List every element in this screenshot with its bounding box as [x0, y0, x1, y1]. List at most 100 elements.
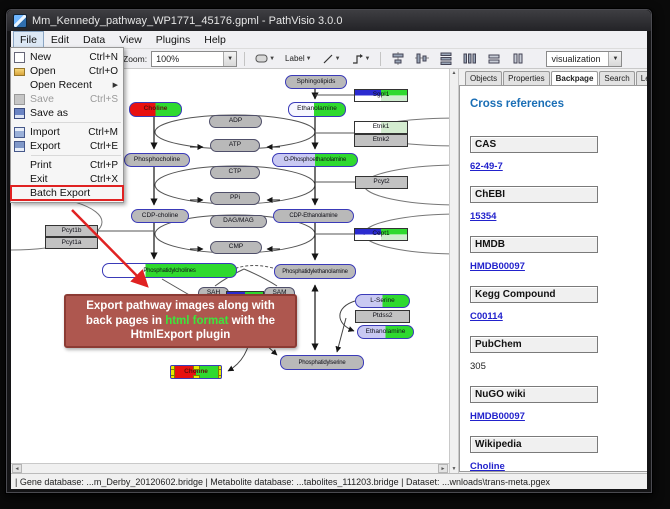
distribute-horizontal-button[interactable]: [460, 50, 480, 67]
crossref-link[interactable]: HMDB00097: [470, 411, 525, 422]
tab-search[interactable]: Search: [599, 71, 634, 85]
menu-data[interactable]: Data: [76, 31, 112, 48]
menu-plugins[interactable]: Plugins: [149, 31, 197, 48]
chevron-down-icon[interactable]: ▼: [269, 56, 275, 62]
visualization-combobox[interactable]: visualization ▼: [546, 51, 622, 67]
node-pcyt1b[interactable]: Pcyt1b: [45, 225, 98, 237]
node-ethanolamine[interactable]: Ethanolamine: [288, 102, 346, 117]
menu-edit[interactable]: Edit: [44, 31, 76, 48]
align-center-y-button[interactable]: [412, 50, 432, 67]
align-center-x-icon: [391, 52, 405, 65]
callout-text: Export pathway images along with back pa…: [72, 299, 289, 344]
node-dag-mag[interactable]: DAG/MAG: [210, 215, 267, 228]
node-sgpl1[interactable]: Sgpl1: [354, 89, 408, 102]
title-bar[interactable]: Mm_Kennedy_pathway_WP1771_45176.gpml - P…: [7, 10, 651, 31]
menu-file[interactable]: File: [13, 31, 44, 48]
node-etnk2[interactable]: Etnk2: [354, 134, 408, 147]
tab-properties[interactable]: Properties: [503, 71, 549, 85]
vertical-scrollbar[interactable]: ▲ ▼: [450, 69, 458, 473]
file-menu-item-new[interactable]: NewCtrl+N: [11, 50, 123, 64]
zoom-combobox[interactable]: 100% ▼: [151, 51, 237, 67]
menu-icon-spacer: [14, 188, 25, 199]
status-text: | Gene database: ...m_Derby_20120602.bri…: [15, 477, 550, 487]
crossref-section-nugo-wiki: NuGO wiki HMDB00097: [470, 386, 647, 422]
menu-view[interactable]: View: [112, 31, 149, 48]
node-l-serine[interactable]: L-Serine: [355, 294, 410, 308]
connector-icon: [351, 53, 364, 65]
chevron-down-icon[interactable]: ▼: [608, 52, 621, 66]
node-ctp[interactable]: CTP: [210, 166, 260, 179]
node-phosphatidylethanolamine[interactable]: Phosphatidylethanolamine: [274, 264, 356, 279]
annotation-callout: Export pathway images along with back pa…: [64, 294, 297, 348]
node-atp[interactable]: ATP: [210, 139, 260, 152]
node-pcyt2[interactable]: Pcyt2: [355, 176, 408, 189]
file-menu-item-open[interactable]: OpenCtrl+O: [11, 64, 123, 78]
crossref-link[interactable]: 15354: [470, 211, 496, 222]
crossref-link[interactable]: HMDB00097: [470, 261, 525, 272]
node-o-phosphoethanolamine[interactable]: O-Phosphoethanolamine: [272, 153, 358, 167]
node-ethanolamine[interactable]: Ethanolamine: [357, 325, 414, 339]
file-menu-item-import[interactable]: ImportCtrl+M: [11, 125, 123, 139]
node-cmp[interactable]: CMP: [210, 241, 262, 254]
save-as-icon: [14, 108, 25, 119]
scroll-up-icon[interactable]: ▲: [452, 70, 457, 76]
selection-handle[interactable]: [170, 375, 175, 379]
node-label: Phosphatidylcholines: [143, 268, 195, 274]
scroll-right-icon[interactable]: ►: [438, 464, 448, 473]
crossref-link[interactable]: C00114: [470, 311, 503, 322]
file-menu-item-save[interactable]: SaveCtrl+S: [11, 92, 123, 106]
callout-highlight-text: html format: [165, 315, 228, 327]
node-phosphatidylcholines[interactable]: Phosphatidylcholines: [102, 263, 237, 278]
scroll-left-icon[interactable]: ◄: [12, 464, 22, 473]
chevron-down-icon[interactable]: ▼: [306, 56, 312, 62]
node-choline[interactable]: Choline: [129, 102, 182, 117]
node-sphingolipids[interactable]: Sphingolipids: [285, 75, 347, 89]
node-cept1[interactable]: Cept1: [354, 228, 408, 241]
node-label: Choline: [144, 106, 168, 113]
common-width-button[interactable]: [484, 50, 504, 67]
node-choline[interactable]: Choline: [170, 365, 222, 379]
file-menu-item-batch-export[interactable]: Batch Export: [11, 186, 123, 200]
file-menu-item-exit[interactable]: ExitCtrl+X: [11, 172, 123, 186]
label-tool-button[interactable]: Label ▼: [282, 50, 315, 67]
align-center-x-button[interactable]: [388, 50, 408, 67]
node-cdp-choline[interactable]: CDP-choline: [131, 209, 189, 223]
label-tool-text: Label: [285, 54, 305, 63]
selection-handle[interactable]: [218, 375, 222, 379]
node-pcyt1a[interactable]: Pcyt1a: [45, 237, 98, 249]
crossref-link[interactable]: Choline: [470, 461, 505, 472]
node-etnk1[interactable]: Etnk1: [354, 121, 408, 134]
distribute-vertical-button[interactable]: [436, 50, 456, 67]
tab-objects[interactable]: Objects: [465, 71, 502, 85]
chevron-down-icon[interactable]: ▼: [335, 56, 341, 62]
common-height-button[interactable]: [508, 50, 528, 67]
tab-legend[interactable]: Legend: [636, 71, 647, 85]
sidebar-tabs: ObjectsPropertiesBackpageSearchLegend: [459, 69, 647, 85]
file-menu-item-open-recent[interactable]: Open Recent▶: [11, 78, 123, 92]
node-cdp-ethanolamine[interactable]: CDP-Ethanolamine: [273, 209, 354, 223]
file-menu-item-save-as[interactable]: Save as: [11, 106, 123, 120]
node-adp[interactable]: ADP: [209, 115, 262, 128]
common-width-icon: [487, 52, 501, 65]
chevron-down-icon[interactable]: ▼: [365, 56, 371, 62]
crossref-link[interactable]: 62-49-7: [470, 161, 503, 172]
file-menu-item-export[interactable]: ExportCtrl+E: [11, 139, 123, 153]
tab-backpage[interactable]: Backpage: [551, 71, 599, 85]
connector-tool-button[interactable]: ▼: [348, 50, 374, 67]
scroll-down-icon[interactable]: ▼: [452, 466, 457, 472]
horizontal-scrollbar[interactable]: ◄ ►: [11, 463, 449, 473]
chevron-down-icon[interactable]: ▼: [223, 52, 236, 66]
status-bar: | Gene database: ...m_Derby_20120602.bri…: [11, 473, 647, 489]
selection-handle[interactable]: [193, 375, 200, 379]
line-tool-button[interactable]: ▼: [319, 50, 344, 67]
menu-item-label: New: [30, 51, 89, 63]
node-phosphatidylserine[interactable]: Phosphatidylserine: [280, 355, 364, 370]
datanode-tool-button[interactable]: ▼: [252, 50, 278, 67]
selection-handle[interactable]: [193, 365, 200, 370]
node-ptdss2[interactable]: Ptdss2: [355, 310, 410, 323]
menu-help[interactable]: Help: [197, 31, 233, 48]
node-phosphocholine[interactable]: Phosphocholine: [124, 153, 190, 167]
node-ppi[interactable]: PPi: [210, 192, 260, 205]
crossref-header: NuGO wiki: [470, 386, 598, 403]
file-menu-item-print[interactable]: PrintCtrl+P: [11, 158, 123, 172]
